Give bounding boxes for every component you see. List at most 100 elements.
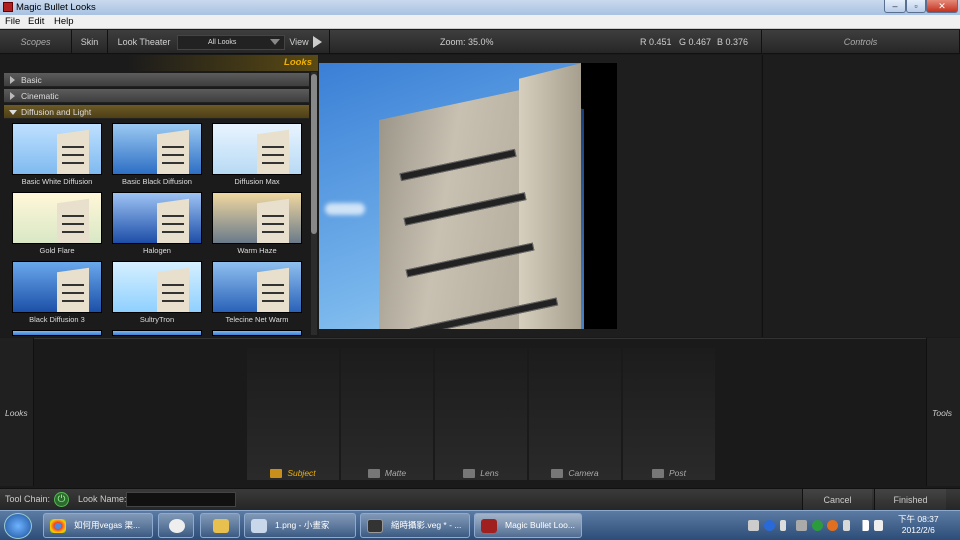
post-label: Post [623, 468, 715, 478]
looks-filter-select[interactable]: All Looks [177, 35, 285, 50]
taskbar-item-label: Magic Bullet Loo... [505, 520, 575, 530]
category-diffusion-and-light[interactable]: Diffusion and Light [4, 105, 309, 119]
look-preset-thumbnail[interactable] [112, 123, 202, 175]
scopes-tab[interactable]: Scopes [0, 30, 72, 54]
tools-side-tab[interactable]: Tools [926, 338, 960, 486]
taskbar-item-app[interactable] [158, 513, 194, 538]
tray-network-icon[interactable] [796, 520, 807, 531]
taskbar-item-label: 縮時攝影.veg * - ... [391, 520, 462, 530]
clock-date: 2012/2/6 [901, 525, 935, 535]
title-bar: Magic Bullet Looks – ▫ ✕ [0, 0, 960, 15]
tray-signal-icon[interactable] [858, 520, 869, 531]
look-preset-label: Basic White Diffusion [21, 177, 93, 186]
look-preset-thumbnail[interactable] [12, 192, 102, 244]
paint-icon [251, 519, 267, 533]
scrollbar-thumb[interactable] [311, 74, 317, 234]
tray-battery-icon[interactable] [843, 520, 850, 531]
tray-usb-icon[interactable] [780, 520, 786, 531]
taskbar-item-paint[interactable]: 1.png - 小畫家 [244, 513, 356, 538]
menu-bar: File Edit Help [0, 15, 960, 29]
skin-tab[interactable]: Skin [72, 30, 108, 54]
tool-chain-label: Tool Chain: [5, 494, 51, 504]
restore-button[interactable]: ▫ [906, 0, 926, 13]
tray-app-icon[interactable] [812, 520, 823, 531]
category-label: Cinematic [21, 91, 59, 101]
taskbar-item-chrome[interactable]: 如何用vegas 渠... [43, 513, 153, 538]
look-preset-thumbnail[interactable] [212, 261, 302, 313]
controls-header: Controls [761, 30, 960, 54]
category-label: Diffusion and Light [21, 107, 92, 117]
look-preset-label: Diffusion Max [234, 177, 280, 186]
category-label: Basic [21, 75, 42, 85]
clock-time: 下午 08:37 [898, 514, 939, 524]
tray-volume-icon[interactable] [874, 520, 883, 531]
cancel-button[interactable]: Cancel [802, 489, 872, 511]
matte-icon [367, 469, 380, 478]
look-name-label: Look Name: [78, 494, 127, 504]
camera-icon [551, 469, 564, 478]
looks-panel: Looks Basic Cinematic Diffusion and Ligh… [0, 55, 318, 337]
menu-help[interactable]: Help [54, 16, 74, 27]
clock[interactable]: 下午 08:37 2012/2/6 [898, 514, 939, 536]
play-icon[interactable] [313, 36, 322, 48]
lens-icon [463, 469, 476, 478]
camera-slot[interactable]: Camera [529, 348, 621, 480]
vegas-icon [367, 519, 383, 533]
look-preset-thumbnail[interactable] [212, 330, 302, 336]
look-theater-label: Look Theater [117, 37, 171, 47]
look-preset-thumbnail[interactable] [12, 123, 102, 175]
look-preset-label: SultryTron [139, 315, 175, 324]
chevron-right-icon [10, 92, 15, 100]
red-readout: R 0.451 [640, 37, 672, 47]
tools-side-label: Tools [932, 408, 953, 418]
look-preset-thumbnail[interactable] [112, 192, 202, 244]
taskbar-item-vegas[interactable]: 縮時攝影.veg * - ... [360, 513, 470, 538]
post-slot[interactable]: Post [623, 348, 715, 480]
looks-filter-value: All Looks [208, 39, 237, 46]
look-preset-thumbnail[interactable] [112, 261, 202, 313]
looks-scrollbar[interactable] [311, 72, 317, 335]
look-name-input[interactable] [126, 492, 236, 507]
view-label[interactable]: View [287, 30, 311, 54]
folder-icon [213, 519, 229, 533]
tray-help-icon[interactable] [764, 520, 775, 531]
chevron-down-icon [270, 39, 280, 45]
look-preset-thumbnail[interactable] [12, 330, 102, 336]
menu-edit[interactable]: Edit [28, 16, 44, 27]
taskbar-item-explorer[interactable] [200, 513, 240, 538]
app-icon [169, 519, 185, 533]
subject-slot[interactable]: Subject [247, 348, 339, 480]
looks-header: Looks [0, 55, 318, 71]
minimize-button[interactable]: – [884, 0, 906, 13]
looks-side-tab[interactable]: Looks [0, 338, 34, 486]
blue-readout: B 0.376 [717, 37, 749, 47]
category-cinematic[interactable]: Cinematic [4, 89, 309, 103]
camera-label: Camera [529, 468, 621, 478]
menu-file[interactable]: File [5, 16, 20, 27]
look-preset-thumbnail[interactable] [212, 123, 302, 175]
matte-slot[interactable]: Matte [341, 348, 433, 480]
look-preset-thumbnail[interactable] [112, 330, 202, 336]
matte-text: Matte [384, 467, 407, 478]
top-toolbar: Scopes Skin Look Theater All Looks View … [0, 30, 960, 54]
power-icon[interactable]: ⏻ [54, 492, 69, 507]
tray-keyboard-icon[interactable] [748, 520, 759, 531]
zoom-readout: Zoom: 35.0% [440, 37, 494, 47]
start-button[interactable] [4, 513, 32, 539]
category-basic[interactable]: Basic [4, 73, 309, 87]
lens-text: Lens [480, 467, 499, 478]
magic-bullet-icon [481, 519, 497, 533]
matte-label: Matte [341, 468, 433, 478]
taskbar-item-magic-bullet[interactable]: Magic Bullet Loo... [474, 513, 582, 538]
subject-text: Subject [287, 467, 316, 478]
look-preset-thumbnail[interactable] [212, 192, 302, 244]
controls-panel [762, 55, 960, 337]
close-button[interactable]: ✕ [926, 0, 958, 13]
look-preset-label: Warm Haze [237, 246, 277, 255]
lens-slot[interactable]: Lens [435, 348, 527, 480]
person-icon [270, 469, 283, 478]
look-preset-thumbnail[interactable] [12, 261, 102, 313]
window-title: Magic Bullet Looks [16, 2, 96, 13]
tray-app2-icon[interactable] [827, 520, 838, 531]
finished-button[interactable]: Finished [874, 489, 946, 511]
